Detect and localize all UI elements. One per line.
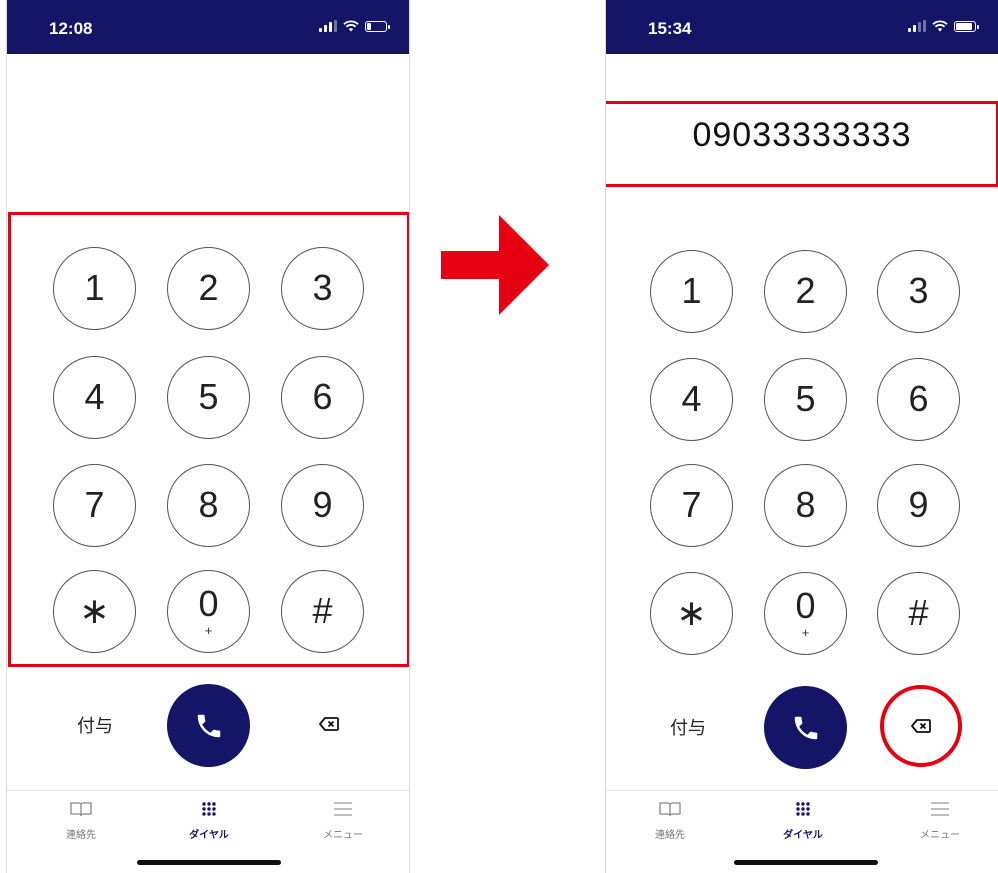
arrow-right-icon xyxy=(441,215,549,315)
phone-screen-after: 15:34 09033333333 1 2 3 4 5 6 7 8 9 ∗ 0 + # 付与 連絡先 ダ… xyxy=(605,0,998,873)
key-digit: # xyxy=(908,591,929,633)
key-0[interactable]: 1 xyxy=(650,250,733,333)
key-digit: 3 xyxy=(908,269,929,311)
tab-menu-label: メニュー xyxy=(920,830,960,841)
tab-dial-label: ダイヤル xyxy=(189,830,229,841)
tab-dial[interactable]: ダイヤル xyxy=(763,801,843,841)
menu-icon xyxy=(931,802,949,816)
key-digit: 4 xyxy=(681,377,702,419)
key-10[interactable]: 0 + xyxy=(764,572,847,655)
tab-contacts-label: 連絡先 xyxy=(655,830,685,841)
tab-dial[interactable]: ダイヤル xyxy=(169,801,249,841)
assign-button[interactable]: 付与 xyxy=(670,714,706,740)
status-bar: 12:08 xyxy=(7,0,409,54)
book-icon xyxy=(659,802,681,817)
call-button[interactable] xyxy=(167,684,250,767)
key-2[interactable]: 3 xyxy=(877,250,960,333)
status-icons xyxy=(319,20,390,32)
key-digit: 0 xyxy=(795,585,816,626)
key-digit: 8 xyxy=(795,483,816,525)
battery-icon xyxy=(365,20,390,32)
wifi-icon xyxy=(343,20,359,32)
home-indicator xyxy=(137,860,281,865)
key-3[interactable]: 4 xyxy=(650,358,733,441)
wifi-icon xyxy=(932,20,948,32)
phone-screen-before: 12:08 1 2 3 4 5 6 7 8 9 ∗ 0 + # 付与 連絡先 ダイヤル メニュー xyxy=(6,0,410,873)
key-5[interactable]: 6 xyxy=(877,358,960,441)
key-digit: 7 xyxy=(681,483,702,525)
battery-icon xyxy=(954,20,979,32)
key-digit: ∗ xyxy=(676,591,707,633)
signal-icon xyxy=(908,20,926,32)
keypad-icon xyxy=(796,802,810,816)
book-icon xyxy=(70,802,92,817)
key-11[interactable]: # xyxy=(877,572,960,655)
key-digit: 6 xyxy=(908,377,929,419)
tab-menu[interactable]: メニュー xyxy=(900,801,980,841)
signal-icon xyxy=(319,20,337,32)
phone-icon xyxy=(794,716,817,739)
tab-menu-label: メニュー xyxy=(323,830,363,841)
status-bar: 15:34 xyxy=(606,0,998,54)
key-digit: 5 xyxy=(795,377,816,419)
backspace-icon[interactable] xyxy=(319,717,339,731)
menu-icon xyxy=(334,802,352,816)
keypad-highlight xyxy=(8,212,409,667)
keypad-icon xyxy=(202,802,216,816)
assign-button[interactable]: 付与 xyxy=(77,712,113,738)
status-icons xyxy=(908,20,979,32)
key-4[interactable]: 5 xyxy=(764,358,847,441)
number-highlight xyxy=(606,101,998,187)
phone-icon xyxy=(197,714,220,737)
key-7[interactable]: 8 xyxy=(764,464,847,547)
key-9[interactable]: ∗ xyxy=(650,572,733,655)
key-1[interactable]: 2 xyxy=(764,250,847,333)
key-digit: 1 xyxy=(681,269,702,311)
key-6[interactable]: 7 xyxy=(650,464,733,547)
tab-bar: 連絡先 ダイヤル メニュー xyxy=(7,790,409,873)
key-digit: 9 xyxy=(908,483,929,525)
tab-menu[interactable]: メニュー xyxy=(303,801,383,841)
tab-contacts[interactable]: 連絡先 xyxy=(630,801,710,841)
backspace-highlight xyxy=(880,685,962,767)
tab-contacts[interactable]: 連絡先 xyxy=(41,801,121,841)
key-8[interactable]: 9 xyxy=(877,464,960,547)
key-subtext: + xyxy=(801,625,810,640)
home-indicator xyxy=(734,860,878,865)
tab-contacts-label: 連絡先 xyxy=(66,830,96,841)
tab-dial-label: ダイヤル xyxy=(783,830,823,841)
status-time: 15:34 xyxy=(648,19,692,38)
status-time: 12:08 xyxy=(49,19,93,38)
tab-bar: 連絡先 ダイヤル メニュー xyxy=(606,790,998,873)
call-button[interactable] xyxy=(764,686,847,769)
key-digit: 2 xyxy=(795,269,816,311)
